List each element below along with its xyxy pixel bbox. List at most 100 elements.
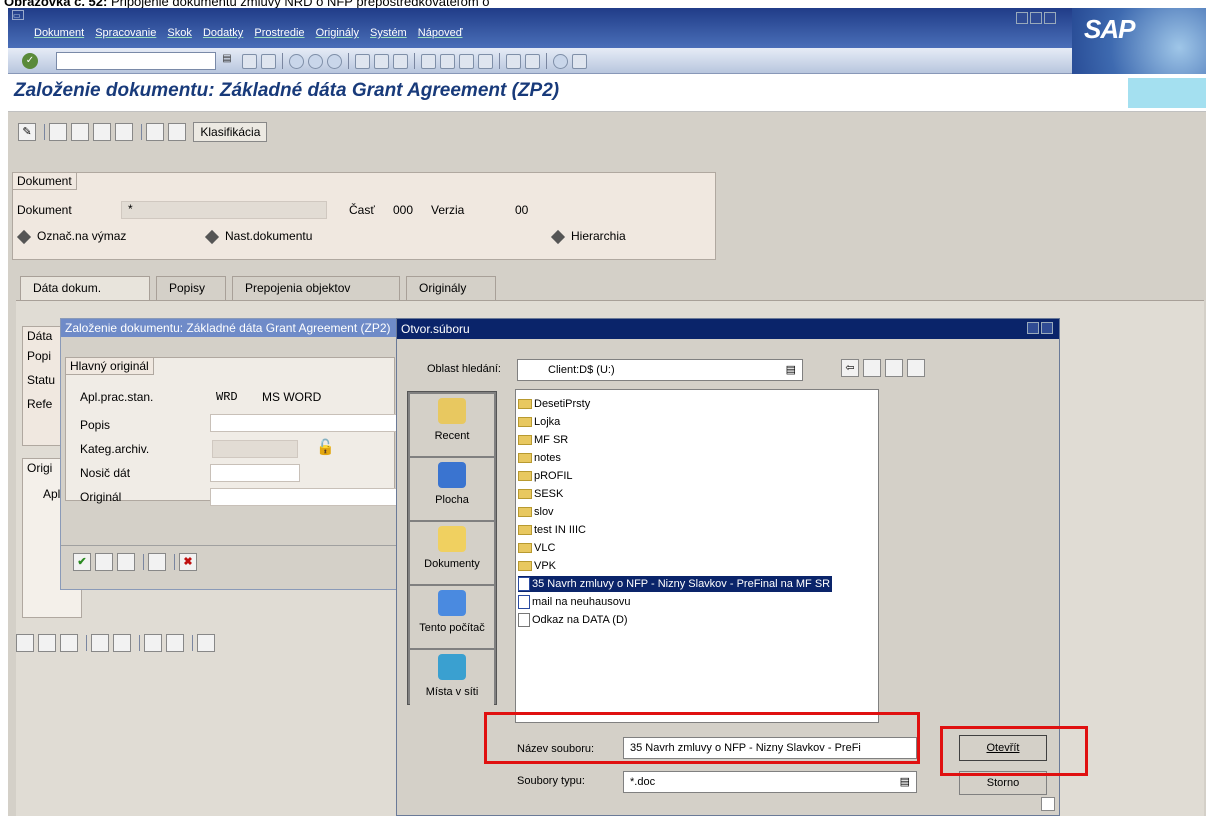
print-original-icon[interactable] (60, 634, 78, 652)
tab-originaly[interactable]: Originály (406, 276, 496, 300)
help-icon[interactable] (553, 53, 568, 69)
nast-dokumentu-checkbox[interactable]: Nast.dokumentu (204, 229, 312, 244)
confirm-icon[interactable]: ✔ (73, 553, 91, 571)
list-item[interactable]: MF SR (518, 432, 568, 448)
find-next-icon[interactable] (393, 53, 408, 69)
folder-icon (518, 507, 532, 518)
command-field[interactable] (56, 52, 216, 70)
list-item[interactable]: pROFIL (518, 468, 573, 484)
new-original-icon[interactable] (91, 634, 109, 652)
copy-icon[interactable] (117, 553, 135, 571)
edit-icon[interactable]: ✎ (18, 123, 36, 141)
apl-code-field[interactable]: WRD (216, 390, 238, 404)
new-session-icon[interactable] (506, 53, 521, 69)
up-folder-icon[interactable] (863, 359, 881, 377)
layout-icon[interactable] (572, 53, 587, 69)
place-mista-v-siti[interactable]: Místa v síti (410, 650, 494, 712)
oznac-vymaz-checkbox[interactable]: Označ.na výmaz (16, 229, 126, 244)
menu-spracovanie[interactable]: Spracovanie (95, 27, 156, 39)
menu-napoved[interactable]: Nápoveď (418, 27, 463, 39)
back-arrow-icon[interactable] (242, 53, 257, 69)
next-page-icon[interactable] (459, 53, 474, 69)
shortcut-icon[interactable] (525, 53, 540, 69)
hlavny-original-dialog: Založenie dokumentu: Základné dáta Grant… (60, 318, 400, 590)
copy-icon[interactable] (71, 123, 89, 141)
search-icon[interactable] (146, 123, 164, 141)
back-icon[interactable]: ⇦ (841, 359, 859, 377)
first-page-icon[interactable] (421, 53, 436, 69)
minimize-button[interactable] (1016, 12, 1028, 24)
dokument-field[interactable]: * (121, 201, 327, 219)
list-item[interactable]: DesetiPrsty (518, 396, 590, 412)
maximize-button[interactable] (1030, 12, 1042, 24)
tab-data-dokum[interactable]: Dáta dokum. (20, 276, 150, 300)
place-tento-pocitac[interactable]: Tento počítač (410, 586, 494, 648)
structure-icon[interactable] (168, 123, 186, 141)
resize-grip[interactable] (1041, 797, 1055, 811)
verzia-field[interactable]: 00 (515, 203, 528, 217)
places-bar: Recent Plocha Dokumenty Tento počítač Mí… (407, 391, 497, 712)
close-button[interactable] (1044, 12, 1056, 24)
menu-system[interactable]: Systém (370, 27, 407, 39)
dialog-controls (1027, 322, 1055, 337)
popis-input[interactable] (210, 414, 400, 432)
klasifikacia-button[interactable]: Klasifikácia (193, 122, 268, 142)
open-original-icon[interactable] (113, 634, 131, 652)
menu-skok[interactable]: Skok (167, 27, 191, 39)
checkin-icon[interactable] (144, 634, 162, 652)
list-item-selected[interactable]: 35 Navrh zmluvy o NFP - Nizny Slavkov - … (518, 576, 833, 592)
list-item[interactable]: VLC (518, 540, 555, 556)
glasses-icon[interactable] (93, 123, 111, 141)
list-item[interactable]: slov (518, 504, 554, 520)
import-icon[interactable] (148, 553, 166, 571)
menu-dokument[interactable]: Dokument (34, 27, 84, 39)
new-icon[interactable] (95, 553, 113, 571)
hierarchia-checkbox[interactable]: Hierarchia (550, 229, 626, 244)
cancel-icon[interactable] (327, 53, 342, 69)
new-icon[interactable] (49, 123, 67, 141)
lock-icon[interactable]: 🔓 (316, 438, 335, 456)
save-icon[interactable] (261, 53, 276, 69)
exit-icon[interactable] (308, 53, 323, 69)
list-item[interactable]: test IN IIIC (518, 522, 586, 538)
command-dropdown-icon[interactable]: ▤ (220, 53, 234, 69)
find-icon[interactable] (374, 53, 389, 69)
prev-page-icon[interactable] (440, 53, 455, 69)
enter-icon[interactable]: ✓ (22, 53, 38, 69)
list-item[interactable]: VPK (518, 558, 556, 574)
place-recent[interactable]: Recent (410, 394, 494, 456)
close-icon[interactable] (1041, 322, 1053, 334)
display-original-icon[interactable] (16, 634, 34, 652)
list-item[interactable]: mail na neuhausovu (518, 594, 630, 610)
help-icon[interactable] (1027, 322, 1039, 334)
new-folder-icon[interactable] (885, 359, 903, 377)
edit-original-icon[interactable] (38, 634, 56, 652)
list-item[interactable]: Odkaz na DATA (D) (518, 612, 628, 628)
list-item[interactable]: Lojka (518, 414, 560, 430)
menu-originaly[interactable]: Originály (316, 27, 359, 39)
print-icon[interactable] (355, 53, 370, 69)
cast-field[interactable]: 000 (393, 203, 413, 217)
typ-select[interactable]: *.doc ▤ (623, 771, 917, 793)
back-icon[interactable] (289, 53, 304, 69)
menu-dodatky[interactable]: Dodatky (203, 27, 243, 39)
tab-popisy[interactable]: Popisy (156, 276, 226, 300)
list-item[interactable]: SESK (518, 486, 563, 502)
kateg-field[interactable] (212, 440, 298, 458)
delete-original-icon[interactable] (197, 634, 215, 652)
tab-prepojenia[interactable]: Prepojenia objektov (232, 276, 400, 300)
list-item[interactable]: notes (518, 450, 561, 466)
original-input[interactable] (210, 488, 400, 506)
binoculars-icon[interactable] (115, 123, 133, 141)
place-dokumenty[interactable]: Dokumenty (410, 522, 494, 584)
oblast-select[interactable]: Client:D$ (U:) ▤ (517, 359, 803, 381)
window-icon[interactable]: ▭ (12, 10, 24, 20)
menu-prostredie[interactable]: Prostredie (254, 27, 304, 39)
nav-buttons: ⇦ (841, 359, 929, 377)
view-menu-icon[interactable] (907, 359, 925, 377)
checkout-icon[interactable] (166, 634, 184, 652)
last-page-icon[interactable] (478, 53, 493, 69)
place-plocha[interactable]: Plocha (410, 458, 494, 520)
nosic-input[interactable] (210, 464, 300, 482)
cancel-icon[interactable]: ✖ (179, 553, 197, 571)
